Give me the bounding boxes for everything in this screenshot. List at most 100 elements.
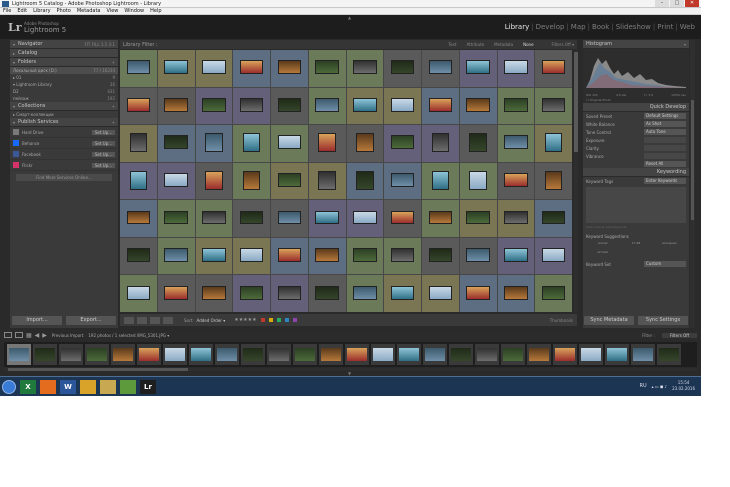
photo-thumbnail[interactable] — [233, 50, 270, 87]
navigator-header[interactable]: ▾ Navigator FIT FILL 1:1 3:1 — [10, 40, 118, 49]
tray-icons[interactable]: ▴ ▭ ◼ ♪ — [652, 384, 667, 389]
language-indicator[interactable]: RU — [639, 383, 646, 389]
photo-thumbnail[interactable] — [535, 50, 572, 87]
survey-view-icon[interactable] — [163, 316, 173, 324]
photo-thumbnail[interactable] — [497, 50, 535, 87]
set-up-button[interactable]: Set Up... — [91, 129, 115, 135]
module-map[interactable]: Map — [571, 23, 586, 31]
photo-thumbnail[interactable] — [384, 87, 421, 125]
filmstrip-thumbnail[interactable] — [111, 344, 135, 365]
grid-scrollbar[interactable] — [574, 50, 578, 312]
photo-thumbnail[interactable] — [535, 87, 572, 125]
quick-develop-control[interactable]: Auto Tone — [644, 129, 686, 135]
photo-thumbnail[interactable] — [195, 125, 233, 162]
module-library[interactable]: Library — [505, 23, 529, 31]
photo-thumbnail[interactable] — [157, 50, 195, 87]
set-up-button[interactable]: Set Up... — [91, 162, 115, 168]
collections-header[interactable]: ▾ Collections + — [10, 102, 118, 111]
grid-view-icon[interactable] — [124, 316, 134, 324]
menu-help[interactable]: Help — [150, 8, 161, 14]
photo-thumbnail[interactable] — [422, 275, 459, 312]
second-window-icon[interactable] — [15, 332, 23, 338]
photo-thumbnail[interactable] — [346, 237, 384, 275]
folder-row[interactable]: пейзаж 192 — [10, 95, 118, 102]
keyword-entry-field[interactable]: Click here to add keywords — [586, 225, 686, 231]
filmstrip-thumbnail[interactable] — [241, 344, 265, 365]
filmstrip-source[interactable]: Previous Import — [52, 333, 83, 338]
filmstrip-thumbnail[interactable] — [449, 344, 473, 365]
find-more-services-button[interactable]: Find More Services Online... — [16, 174, 112, 181]
photo-thumbnail[interactable] — [422, 200, 459, 237]
photo-thumbnail[interactable] — [271, 200, 308, 237]
catalog-header[interactable]: ▸ Catalog — [10, 49, 118, 58]
filmstrip-thumbnail[interactable] — [7, 344, 31, 365]
compare-view-icon[interactable] — [150, 316, 160, 324]
photo-thumbnail[interactable] — [535, 125, 572, 162]
filter-attribute[interactable]: Attribute — [466, 42, 484, 47]
photo-thumbnail[interactable] — [271, 237, 308, 275]
filter-none[interactable]: None — [523, 42, 533, 47]
filmstrip-thumbnail[interactable] — [501, 344, 525, 365]
photo-thumbnail[interactable] — [422, 237, 459, 275]
photo-thumbnail[interactable] — [422, 125, 459, 162]
photo-thumbnail[interactable] — [271, 87, 308, 125]
module-develop[interactable]: Develop — [536, 23, 565, 31]
filmstrip-count[interactable]: 192 photos / 1 selected /IMG_5301.JPG ▾ — [88, 333, 169, 338]
photo-thumbnail[interactable] — [422, 50, 459, 87]
photo-thumbnail[interactable] — [459, 200, 497, 237]
photo-thumbnail[interactable] — [346, 50, 384, 87]
filmstrip-thumbnail[interactable] — [319, 344, 343, 365]
filmstrip-thumbnail[interactable] — [423, 344, 447, 365]
menu-library[interactable]: Library — [33, 8, 50, 14]
filmstrip-thumbnail[interactable] — [293, 344, 317, 365]
photo-thumbnail[interactable] — [384, 125, 421, 162]
maximize-button[interactable]: □ — [670, 0, 684, 7]
quick-develop-control[interactable]: Reset All — [644, 161, 686, 167]
photo-thumbnail[interactable] — [535, 275, 572, 312]
filmstrip-thumbnail[interactable] — [553, 344, 577, 365]
photo-thumbnail[interactable] — [497, 237, 535, 275]
taskbar-app-icon[interactable] — [100, 379, 116, 394]
purple-label-swatch[interactable] — [292, 318, 297, 322]
photo-thumbnail[interactable] — [535, 237, 572, 275]
photo-thumbnail[interactable] — [497, 87, 535, 125]
keyword-suggestion[interactable]: Armaz — [586, 241, 619, 250]
taskbar-app-icon[interactable]: W — [60, 379, 76, 394]
set-up-button[interactable]: Set Up... — [91, 151, 115, 157]
photo-thumbnail[interactable] — [422, 87, 459, 125]
filmstrip-filter-dropdown[interactable]: Filters Off — [661, 332, 697, 338]
main-window-icon[interactable] — [4, 332, 12, 338]
photo-thumbnail[interactable] — [346, 87, 384, 125]
quick-develop-control[interactable] — [644, 145, 686, 151]
taskbar-app-icon[interactable] — [80, 379, 96, 394]
keyword-suggestions-header[interactable]: Keyword Suggestions — [583, 232, 689, 240]
photo-thumbnail[interactable] — [459, 162, 497, 200]
photo-thumbnail[interactable] — [308, 87, 346, 125]
photo-thumbnail[interactable] — [157, 87, 195, 125]
photo-thumbnail[interactable] — [120, 237, 157, 275]
module-print[interactable]: Print — [657, 23, 673, 31]
forward-arrow-icon[interactable]: ▶ — [42, 332, 47, 339]
keyword-suggestion[interactable]: Armazi — [586, 250, 619, 259]
photo-thumbnail[interactable] — [384, 200, 421, 237]
photo-thumbnail[interactable] — [384, 237, 421, 275]
filmstrip-thumbnail[interactable] — [605, 344, 629, 365]
photo-thumbnail[interactable] — [233, 237, 270, 275]
filmstrip-thumbnail[interactable] — [579, 344, 603, 365]
loupe-view-icon[interactable] — [137, 316, 147, 324]
filter-metadata[interactable]: Metadata — [494, 42, 513, 47]
photo-thumbnail[interactable] — [233, 125, 270, 162]
photo-thumbnail[interactable] — [233, 162, 270, 200]
folders-header[interactable]: ▾ Folders + — [10, 58, 118, 67]
photo-thumbnail[interactable] — [120, 275, 157, 312]
filmstrip-thumbnail[interactable] — [189, 344, 213, 365]
sync-settings-button[interactable]: Sync Settings — [638, 316, 688, 325]
photo-thumbnail[interactable] — [459, 87, 497, 125]
filmstrip-thumbnail[interactable] — [163, 344, 187, 365]
photo-thumbnail[interactable] — [497, 275, 535, 312]
publish-service-row[interactable]: Behance Set Up... — [10, 138, 118, 149]
menu-metadata[interactable]: Metadata — [77, 8, 101, 14]
yellow-label-swatch[interactable] — [268, 318, 273, 322]
photo-thumbnail[interactable] — [271, 162, 308, 200]
photo-thumbnail[interactable] — [422, 162, 459, 200]
